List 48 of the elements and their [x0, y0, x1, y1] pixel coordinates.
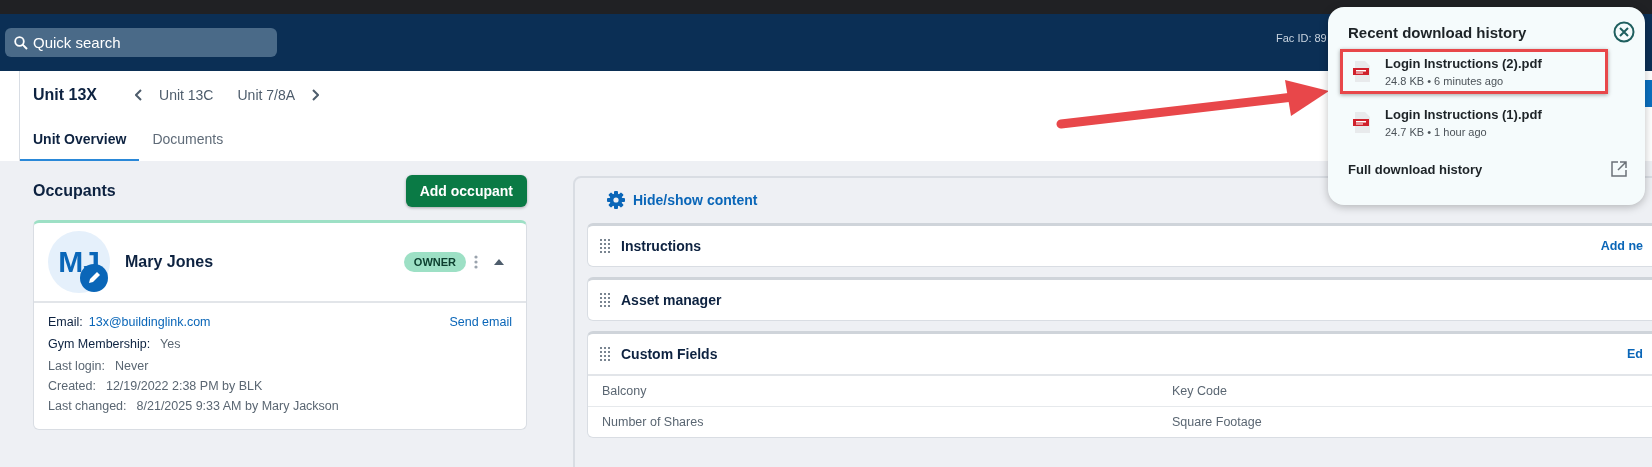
field-label: Square Footage — [1171, 414, 1263, 431]
file-name: Login Instructions (2).pdf — [1385, 56, 1542, 71]
pdf-file-icon — [1353, 111, 1371, 134]
email-link[interactable]: 13x@buildinglink.com — [88, 315, 211, 329]
settings-icon — [607, 191, 625, 209]
role-badge: OWNER — [403, 252, 466, 272]
drag-handle-icon[interactable] — [600, 239, 611, 253]
search-field[interactable]: Quick search — [5, 28, 277, 57]
field-label: Created: — [48, 379, 96, 393]
drag-handle-icon[interactable] — [600, 347, 611, 361]
occupant-name: Mary Jones — [125, 253, 215, 271]
field-value: 8/21/2025 9:33 AM by Mary Jackson — [136, 399, 339, 413]
field-label: Email: — [48, 315, 83, 329]
file-details: 24.7 KB • 1 hour ago — [1385, 126, 1488, 138]
file-name: Login Instructions (1).pdf — [1385, 107, 1542, 122]
field-value: 12/19/2022 2:38 PM by BLK — [105, 379, 263, 393]
external-link-icon[interactable] — [1611, 161, 1627, 177]
field-label: Key Code — [1171, 383, 1228, 400]
download-item[interactable]: Login Instructions (2).pdf 24.8 KB • 6 minutes ago — [1340, 49, 1608, 94]
pdf-file-icon — [1353, 60, 1371, 83]
download-item[interactable]: Login Instructions (1).pdf 24.7 KB • 1 hour ago — [1340, 100, 1608, 145]
field-value: Yes — [160, 337, 181, 351]
tab[interactable]: Documents — [139, 121, 237, 161]
add-occupant-button[interactable]: Add occupant — [405, 175, 527, 207]
field-label: Last changed: — [48, 399, 127, 413]
facility-id: Fac ID: 89 — [1276, 32, 1327, 44]
field-label: Balcony — [601, 383, 648, 400]
close-icon[interactable] — [1613, 21, 1635, 43]
unit-link[interactable]: Unit 13C — [159, 87, 214, 103]
section-title: Asset manager — [621, 292, 723, 308]
send-email-link[interactable]: Send email — [449, 315, 512, 329]
popup-title: Recent download history — [1348, 23, 1527, 41]
section-action-link[interactable]: Ed — [1627, 347, 1643, 361]
hide-show-content-button[interactable]: Hide/show content — [601, 185, 764, 215]
tab[interactable]: Unit Overview — [20, 121, 140, 161]
field-label: Gym Membership: — [48, 337, 151, 351]
section-title: Occupants — [33, 182, 116, 200]
section-action-link[interactable]: Add ne — [1600, 239, 1643, 253]
drag-handle-icon[interactable] — [600, 293, 611, 307]
unit-link[interactable]: Unit 7/8A — [237, 87, 296, 103]
field-label: Number of Shares — [601, 414, 705, 431]
section-title: Custom Fields — [621, 346, 719, 362]
full-history-link[interactable]: Full download history — [1348, 161, 1483, 177]
unit-title: Unit 13X — [33, 86, 97, 104]
field-label: Last login: — [48, 359, 105, 373]
file-details: 24.8 KB • 6 minutes ago — [1385, 75, 1505, 87]
section-title: Instructions — [621, 238, 703, 254]
field-value: Never — [115, 359, 149, 373]
